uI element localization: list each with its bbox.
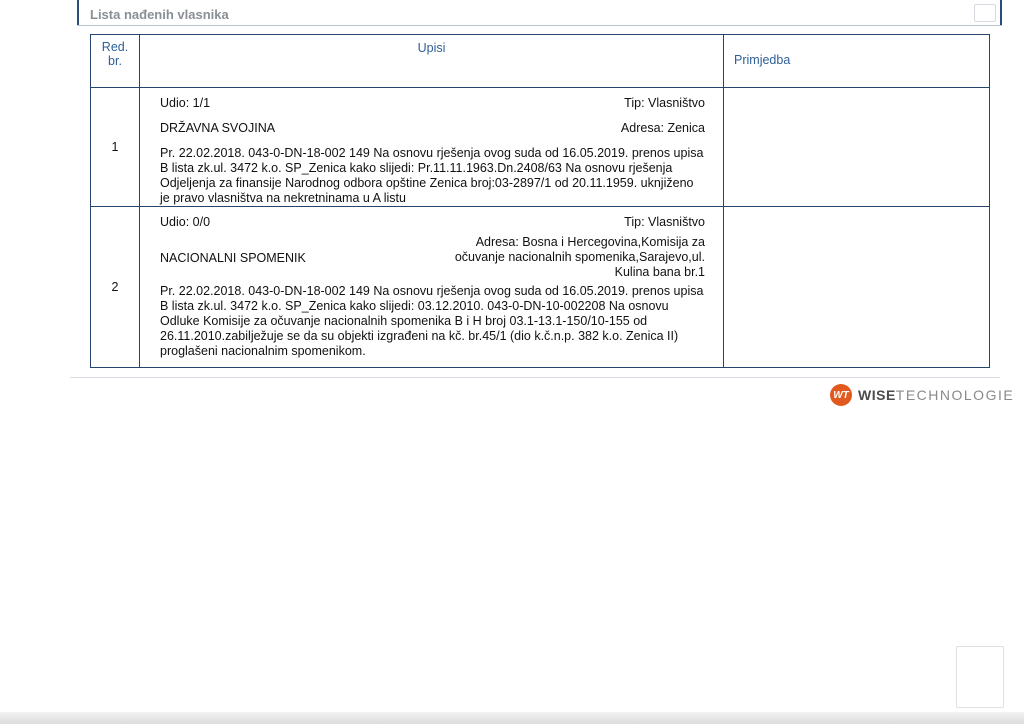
owners-table: Red. br. Upisi Primjedba 1 Udio: 1/1 Tip… (90, 34, 990, 368)
header-red-br: Red. br. (91, 35, 139, 87)
address-line: Kulina bana br.1 (614, 265, 705, 279)
table-row: 2 Udio: 0/0 Tip: Vlasništvo NACIONALNI S… (91, 206, 989, 367)
section-title: Lista nađenih vlasnika (90, 7, 229, 22)
page-corner-mark (956, 646, 1004, 708)
entry-text: Pr. 22.02.2018. 043-0-DN-18-002 149 Na o… (160, 146, 704, 205)
page-bottom-edge (0, 712, 1024, 724)
section-frame-left (77, 0, 79, 26)
wise-technologie-logo: WT WISE TECHNOLOGIE (830, 384, 1014, 406)
logo-word-wise: WISE (858, 387, 896, 403)
header-primjedba: Primjedba (723, 35, 989, 87)
section-frame-divider (77, 25, 1002, 26)
upisi-cell: Udio: 1/1 Tip: Vlasništvo DRŽAVNA SVOJIN… (139, 88, 723, 206)
header-red-line2: br. (108, 54, 122, 68)
table-row: 1 Udio: 1/1 Tip: Vlasništvo DRŽAVNA SVOJ… (91, 87, 989, 206)
owner-name: DRŽAVNA SVOJINA (160, 121, 276, 135)
share-value: Udio: 1/1 (160, 96, 211, 110)
table-header-row: Red. br. Upisi Primjedba (91, 35, 989, 87)
ownership-type: Tip: Vlasništvo (624, 215, 705, 229)
section-frame-right (1000, 0, 1002, 26)
share-value: Udio: 0/0 (160, 215, 211, 229)
logo-mark-icon: WT (830, 384, 852, 406)
entry-text: Pr. 22.02.2018. 043-0-DN-18-002 149 Na o… (160, 284, 704, 358)
row-number: 1 (111, 140, 119, 154)
owner-address: Adresa: Zenica (620, 121, 705, 135)
header-upisi: Upisi (139, 35, 723, 87)
address-line: očuvanje nacionalnih spomenika,Sarajevo,… (454, 250, 705, 264)
owner-name: NACIONALNI SPOMENIK (160, 251, 306, 265)
primjedba-cell (723, 88, 989, 206)
logo-word-technologie: TECHNOLOGIE (895, 387, 1015, 403)
owner-address: Adresa: Bosna i Hercegovina,Komisija za … (455, 235, 705, 280)
primjedba-cell (723, 207, 989, 367)
header-red-line1: Red. (101, 40, 129, 54)
address-line: Adresa: Bosna i Hercegovina,Komisija za (475, 235, 705, 249)
ownership-type: Tip: Vlasništvo (624, 96, 705, 110)
upisi-cell: Udio: 0/0 Tip: Vlasništvo NACIONALNI SPO… (139, 207, 723, 367)
footer-divider (70, 377, 1000, 378)
row-number: 2 (111, 280, 119, 294)
collapse-toggle[interactable] (974, 4, 996, 22)
